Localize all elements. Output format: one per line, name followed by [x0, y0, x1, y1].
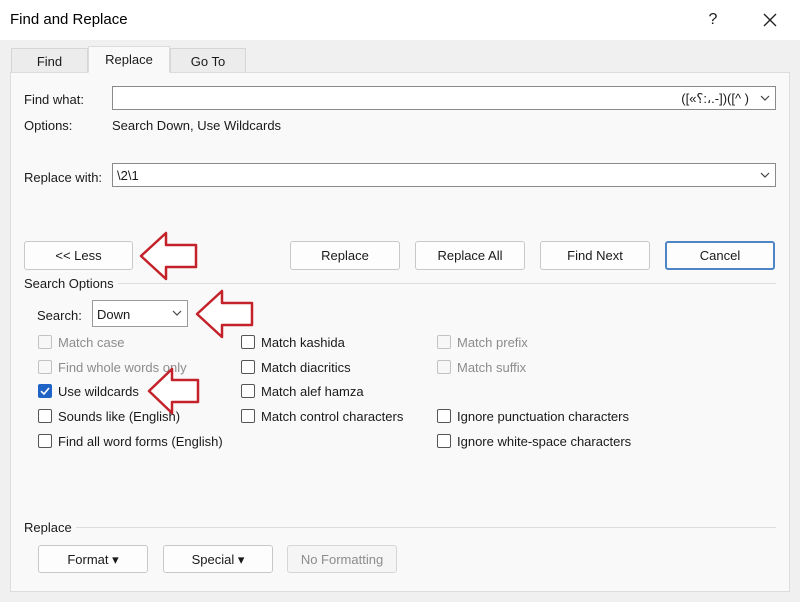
- ignore-whitespace-label: Ignore white-space characters: [457, 434, 632, 449]
- ignore-whitespace-checkbox[interactable]: [437, 434, 451, 448]
- replace-all-button[interactable]: Replace All: [415, 241, 525, 270]
- use-wildcards-label: Use wildcards: [58, 384, 139, 399]
- word-forms-label: Find all word forms (English): [58, 434, 223, 449]
- options-label: Options:: [24, 118, 73, 133]
- tab-find[interactable]: Find: [11, 48, 88, 73]
- match-prefix-checkbox[interactable]: [437, 335, 451, 349]
- use-wildcards-checkbox[interactable]: [38, 384, 52, 398]
- match-case-checkbox[interactable]: [38, 335, 52, 349]
- search-options-heading: Search Options: [24, 276, 114, 291]
- search-direction-select[interactable]: Down: [92, 300, 188, 327]
- whole-words-checkbox[interactable]: [38, 360, 52, 374]
- replace-section-heading: Replace: [24, 520, 72, 535]
- replace-with-label: Replace with:: [24, 170, 103, 185]
- find-what-field[interactable]: ([«؟:،.-])(‎[^ ‎): [112, 86, 776, 110]
- chevron-down-icon: [760, 95, 770, 101]
- options-value: Search Down, Use Wildcards: [112, 118, 282, 133]
- find-what-value: ([«؟:،.-])(‎[^ ‎): [681, 91, 749, 106]
- tab-goto[interactable]: Go To: [170, 48, 246, 73]
- whole-words-label: Find whole words only: [58, 360, 187, 375]
- replace-with-field[interactable]: \2\1: [112, 163, 776, 187]
- match-control-checkbox[interactable]: [241, 409, 255, 423]
- match-alef-hamza-checkbox[interactable]: [241, 384, 255, 398]
- match-control-label: Match control characters: [261, 409, 404, 424]
- find-next-button[interactable]: Find Next: [540, 241, 650, 270]
- search-options-divider: [118, 283, 776, 284]
- find-history-dropdown[interactable]: [755, 87, 775, 109]
- match-kashida-label: Match kashida: [261, 335, 345, 350]
- cancel-button[interactable]: Cancel: [665, 241, 775, 270]
- match-prefix-label: Match prefix: [457, 335, 528, 350]
- tab-replace[interactable]: Replace: [88, 46, 170, 73]
- sounds-like-label: Sounds like (English): [58, 409, 181, 424]
- window-title: Find and Replace: [10, 11, 128, 28]
- ignore-punctuation-label: Ignore punctuation characters: [457, 409, 629, 424]
- search-direction-value: Down: [97, 307, 131, 322]
- help-button[interactable]: ?: [701, 9, 725, 31]
- chevron-down-icon: [760, 172, 770, 178]
- sounds-like-checkbox[interactable]: [38, 409, 52, 423]
- match-kashida-checkbox[interactable]: [241, 335, 255, 349]
- close-button[interactable]: [755, 5, 785, 35]
- word-forms-checkbox[interactable]: [38, 434, 52, 448]
- replace-panel: [10, 72, 790, 592]
- match-suffix-checkbox[interactable]: [437, 360, 451, 374]
- search-direction-dropdown[interactable]: [167, 301, 187, 326]
- match-diacritics-label: Match diacritics: [261, 360, 351, 375]
- replace-with-value: \2\1: [117, 168, 139, 183]
- checkmark-icon: [40, 387, 50, 396]
- search-direction-label: Search:: [37, 308, 82, 323]
- less-button[interactable]: << Less: [24, 241, 133, 270]
- match-case-label: Match case: [58, 335, 125, 350]
- ignore-punctuation-checkbox[interactable]: [437, 409, 451, 423]
- match-diacritics-checkbox[interactable]: [241, 360, 255, 374]
- no-formatting-button[interactable]: No Formatting: [287, 545, 397, 573]
- replace-button[interactable]: Replace: [290, 241, 400, 270]
- match-alef-hamza-label: Match alef hamza: [261, 384, 364, 399]
- format-button[interactable]: Format ▾: [38, 545, 148, 573]
- special-button[interactable]: Special ▾: [163, 545, 273, 573]
- replace-history-dropdown[interactable]: [755, 164, 775, 186]
- match-suffix-label: Match suffix: [457, 360, 527, 375]
- chevron-down-icon: [172, 310, 182, 316]
- close-icon: [763, 13, 777, 27]
- find-what-label: Find what:: [24, 92, 84, 107]
- replace-section-divider: [76, 527, 776, 528]
